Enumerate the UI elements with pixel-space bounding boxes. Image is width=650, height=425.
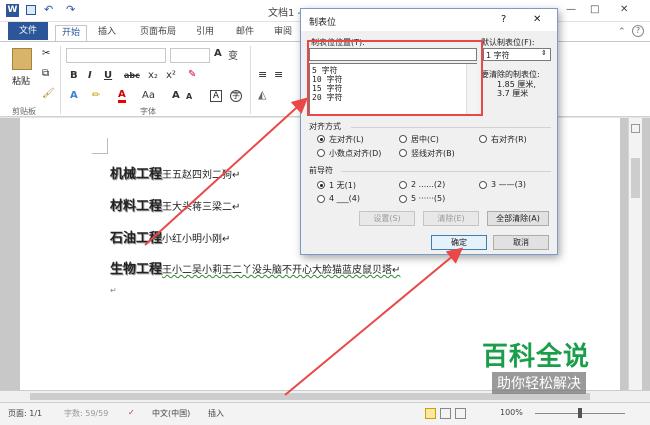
watermark-title: 百科全说	[482, 342, 591, 372]
arrow-to-list	[144, 97, 308, 246]
watermark-subtitle: 助你轻松解决	[492, 372, 586, 394]
arrow-to-ok	[284, 247, 464, 396]
